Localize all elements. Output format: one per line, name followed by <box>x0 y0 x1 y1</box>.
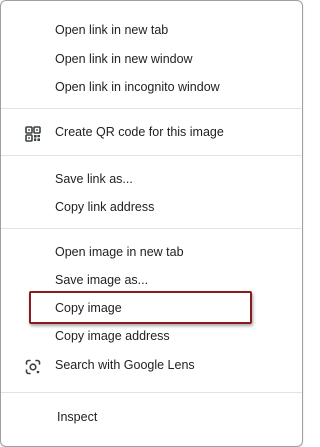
context-menu: Open link in new tab Open link in new wi… <box>0 0 303 447</box>
menu-separator <box>1 108 302 109</box>
menu-item-label: Open link in new tab <box>55 23 169 37</box>
menu-item-search-google-lens[interactable]: Search with Google Lens <box>1 351 302 379</box>
menu-item-label: Save image as... <box>55 273 149 287</box>
menu-item-label: Save link as... <box>55 172 133 186</box>
menu-item-copy-image-address[interactable]: Copy image address <box>1 322 302 350</box>
menu-item-open-link-new-window[interactable]: Open link in new window <box>1 45 302 73</box>
menu-item-open-image-new-tab[interactable]: Open image in new tab <box>1 238 302 266</box>
google-lens-icon <box>25 357 41 375</box>
menu-item-save-image-as[interactable]: Save image as... <box>1 266 302 294</box>
menu-item-save-link-as[interactable]: Save link as... <box>1 165 302 193</box>
menu-item-copy-link-address[interactable]: Copy link address <box>1 193 302 221</box>
menu-item-inspect[interactable]: Inspect <box>1 403 302 431</box>
menu-item-label: Open link in incognito window <box>55 80 220 94</box>
menu-item-label: Copy image <box>55 301 122 315</box>
menu-separator <box>1 392 302 393</box>
menu-item-label: Copy link address <box>55 200 155 214</box>
menu-item-label: Search with Google Lens <box>55 358 195 372</box>
menu-item-create-qr-code[interactable]: Create QR code for this image <box>1 118 302 146</box>
menu-item-open-link-incognito[interactable]: Open link in incognito window <box>1 73 302 101</box>
menu-item-copy-image[interactable]: Copy image <box>1 294 302 322</box>
menu-item-label: Inspect <box>57 410 98 424</box>
menu-item-label: Copy image address <box>55 329 170 343</box>
menu-item-label: Open image in new tab <box>55 245 184 259</box>
qr-code-icon <box>25 124 41 142</box>
menu-item-label: Open link in new window <box>55 52 193 66</box>
menu-separator <box>1 228 302 229</box>
menu-item-open-link-new-tab[interactable]: Open link in new tab <box>1 16 302 44</box>
menu-item-label: Create QR code for this image <box>55 125 224 139</box>
menu-separator <box>1 155 302 156</box>
